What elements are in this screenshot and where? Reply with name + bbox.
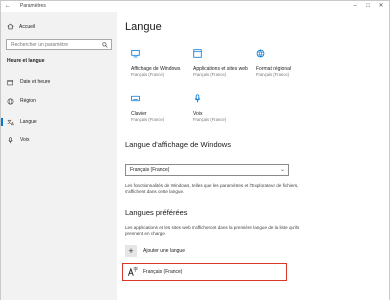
sidebar-item-language[interactable]: Langue [1, 116, 117, 128]
microphone-icon [194, 94, 201, 103]
display-language-description: Les fonctionnalités de Windows, telles q… [125, 183, 299, 194]
plus-icon: + [125, 245, 137, 257]
home-icon [7, 23, 14, 30]
tile-sub: Français (France) [256, 72, 290, 77]
main-content: Langue Affichage de Windows Français (Fr… [117, 12, 389, 300]
active-indicator [1, 118, 3, 126]
chevron-down-icon: ⌄ [279, 167, 285, 173]
globe-icon [7, 98, 14, 104]
tile-sub: Français (France) [131, 117, 165, 122]
keyboard-icon [131, 95, 140, 102]
minimize-icon[interactable]: – [351, 2, 359, 10]
tile-sub: Français (France) [193, 72, 227, 77]
maximize-icon[interactable]: □ [364, 2, 372, 10]
display-icon [131, 49, 140, 58]
sidebar: Accueil Rechercher un paramètre Heure et… [1, 12, 117, 300]
tile-apps-websites[interactable]: Applications et sites web Français (Fran… [193, 48, 257, 77]
settings-window: ← Paramètres – □ ✕ Accueil Rechercher un… [0, 0, 390, 300]
tile-keyboard[interactable]: Clavier Français (France) [131, 93, 195, 122]
home-link[interactable]: Accueil [7, 23, 35, 30]
tile-sub: Français (France) [131, 72, 165, 77]
language-icon [7, 119, 14, 125]
tile-sub: Français (France) [193, 117, 227, 122]
sidebar-item-label: Région [20, 98, 36, 104]
sidebar-item-label: Date et heure [20, 79, 51, 85]
microphone-icon [8, 136, 13, 143]
calendar-clock-icon [7, 79, 13, 85]
search-placeholder: Rechercher un paramètre [11, 42, 68, 48]
display-language-value: Français (France) [130, 167, 170, 173]
add-language-button[interactable]: + Ajouter une langue [125, 245, 185, 257]
search-input[interactable]: Rechercher un paramètre [6, 39, 112, 50]
display-language-select[interactable]: Français (France) ⌄ [125, 164, 289, 176]
sidebar-item-date-time[interactable]: Date et heure [1, 76, 117, 88]
tile-windows-display[interactable]: Affichage de Windows Français (France) [131, 48, 195, 77]
language-name: Français (France) [143, 269, 183, 275]
sidebar-item-label: Langue [20, 119, 37, 125]
title-bar: ← Paramètres – □ ✕ [1, 1, 389, 12]
page-title: Langue [125, 21, 162, 33]
svg-text:字: 字 [133, 266, 138, 273]
tile-voice[interactable]: Voix Français (France) [193, 93, 257, 122]
window-title: Paramètres [20, 3, 46, 9]
display-language-heading: Langue d'affichage de Windows [125, 140, 231, 149]
sidebar-item-region[interactable]: Région [1, 95, 117, 107]
tile-regional-format[interactable]: Format régional Français (France) [256, 48, 320, 77]
add-language-label: Ajouter une langue [143, 248, 185, 254]
sidebar-item-voice[interactable]: Voix [1, 134, 117, 146]
language-row-french[interactable]: 字 Français (France) [122, 263, 287, 281]
preferred-languages-heading: Langues préférées [125, 208, 188, 217]
apps-icon [193, 49, 202, 58]
globe-format-icon [256, 49, 265, 58]
language-glyph-icon: 字 [127, 266, 138, 276]
search-icon[interactable] [102, 42, 108, 48]
sidebar-item-label: Voix [20, 137, 30, 143]
back-arrow-icon[interactable]: ← [5, 3, 11, 9]
section-title: Heure et langue [7, 58, 45, 64]
preferred-languages-description: Les applications et les sites web s'affi… [125, 225, 300, 236]
close-icon[interactable]: ✕ [377, 2, 385, 10]
home-label: Accueil [19, 23, 36, 30]
